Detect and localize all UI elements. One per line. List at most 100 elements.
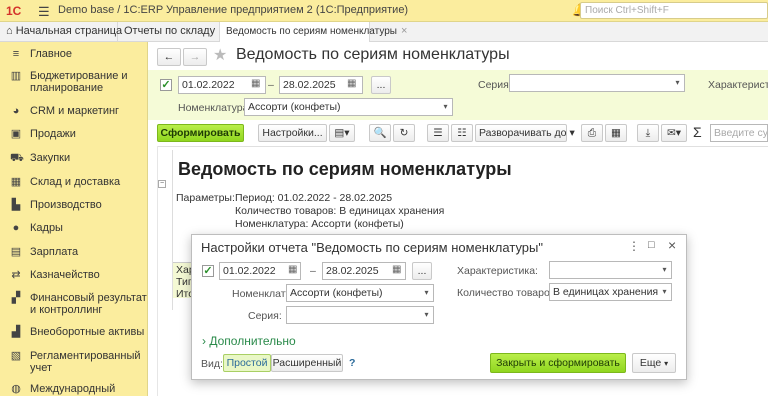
close-and-generate-button[interactable]: Закрыть и сформировать [490,353,626,373]
nomenclature-field[interactable]: Ассорти (конфеты) [244,98,440,116]
report-settings-dialog: Настройки отчета "Ведомость по сериям но… [191,234,687,380]
more-button-label: Еще [639,357,662,369]
preview-button[interactable]: ▦ [605,124,627,142]
ungroup-button[interactable]: ☷ [451,124,473,142]
series-label: Серия: [478,79,512,91]
calendar-icon[interactable]: ▦ [251,78,260,89]
series-field[interactable] [509,74,673,92]
tab-series-report-label: Ведомость по сериям номенклатуры [226,26,397,37]
title-bar: 1C ☰ Demo base / 1С:ERP Управление предп… [0,0,768,22]
period-checkbox[interactable]: ✓ [202,265,214,277]
sidebar-item-international[interactable]: ◍ Международный [0,383,147,395]
dialog-nomenclature-field[interactable]: Ассорти (конфеты) [286,284,421,302]
calendar-icon[interactable]: ▦ [347,78,356,89]
print-icon: ⎙ [587,127,597,139]
help-icon[interactable]: ? [349,357,355,369]
nomenclature-label: Номенклатура: [178,102,252,114]
sidebar-item-hr[interactable]: ● Кадры [0,222,147,234]
chevron-down-icon[interactable]: ▾ [420,306,434,324]
generate-button[interactable]: Сформировать [157,124,244,142]
more-settings-label: Дополнительно [209,334,296,348]
period-select-button[interactable]: ... [371,76,391,94]
global-search-input[interactable]: Поиск Ctrl+Shift+F [580,2,768,19]
dialog-series-field[interactable] [286,306,421,324]
chevron-down-icon: ▾ [569,127,575,139]
dialog-characteristic-field[interactable] [549,261,659,279]
sidebar-item-crm[interactable]: ◕ CRM и маркетинг [0,105,147,117]
sidebar-item-finance[interactable]: ▞ Финансовый результат и контроллинг [0,292,147,316]
dialog-qty-label: Количество товаров: [457,287,559,299]
expand-to-label: Разворачивать до [479,127,567,139]
money-icon: ▤ [10,246,22,258]
variant-icon: ▤▾ [334,127,350,139]
print-button[interactable]: ⎙ [581,124,603,142]
close-icon[interactable]: × [668,237,676,253]
send-email-button[interactable]: ✉▾ [661,124,687,142]
sidebar-item-salary[interactable]: ▤ Зарплата [0,246,147,258]
sidebar-item-warehouse[interactable]: ▦ Склад и доставка [0,176,147,188]
view-extended-button[interactable]: Расширенный [271,354,343,372]
close-icon[interactable]: × [401,25,407,37]
preview-icon: ▦ [611,127,621,139]
sidebar-item-label: CRM и маркетинг [30,105,120,117]
sidebar-item-regulated[interactable]: ▧ Регламентированный учет [0,350,147,374]
tab-series-report[interactable]: Ведомость по сериям номенклатуры × [220,22,407,43]
find-next-button[interactable]: ↻ [393,124,415,142]
assets-icon: ▟ [11,326,21,338]
chevron-down-icon[interactable]: ▾ [439,98,453,116]
calendar-icon[interactable]: ▦ [288,264,297,275]
date-dash: – [268,79,274,91]
chevron-down-icon[interactable]: ▾ [658,261,672,279]
maximize-icon[interactable]: □ [648,239,655,251]
dialog-series-label: Серия: [248,310,282,322]
sum-icon: Σ [693,124,702,140]
dialog-qty-field[interactable]: В единицах хранения [549,283,659,301]
calendar-icon[interactable]: ▦ [392,264,401,275]
sidebar-item-sales[interactable]: ▣ Продажи [0,128,147,140]
sidebar-item-label: Закупки [30,152,71,164]
expand-to-button[interactable]: Разворачивать до ▾ [475,124,575,142]
param-line: Количество товаров: В единицах хранения [235,205,445,217]
collapse-icon[interactable]: − [158,180,166,188]
arrow-left-icon: ← [163,51,175,63]
forward-button[interactable]: → [183,48,207,66]
cart-icon: ⛟ [10,152,24,164]
app-logo: 1C [6,4,22,18]
sidebar-item-label: Зарплата [30,246,79,258]
more-vertical-icon[interactable]: ⋮ [628,239,640,253]
period-checkbox[interactable]: ✓ [160,79,172,91]
window-title: Demo base / 1С:ERP Управление предприяти… [58,4,409,16]
settings-button[interactable]: Настройки... [258,124,327,142]
find-button[interactable]: 🔍 [369,124,391,142]
chevron-down-icon: ▾ [664,359,669,368]
view-simple-button[interactable]: Простой [223,354,271,372]
sidebar-item-treasury[interactable]: ⇄ Казначейство [0,269,147,281]
more-settings-toggle[interactable]: › Дополнительно [202,334,296,348]
sidebar-item-main[interactable]: ≡ Главное [0,48,147,60]
report-heading: Ведомость по сериям номенклатуры [178,159,512,179]
favorite-star-icon[interactable]: ★ [213,45,227,65]
sidebar-item-label: Производство [30,199,102,211]
group-button[interactable]: ☰ [427,124,449,142]
sidebar-item-budgeting[interactable]: ▥ Бюджетирование и планирование [0,70,147,94]
sum-input[interactable]: Введите сумм [710,124,768,142]
chevron-down-icon[interactable]: ▾ [420,284,434,302]
tab-stock-reports[interactable]: Отчеты по складу [118,22,220,42]
chart-icon: ▥ [10,70,22,82]
main-menu-icon[interactable]: ☰ [38,4,50,20]
sidebar: ≡ Главное ▥ Бюджетирование и планирование … [0,42,148,396]
sidebar-item-label: Внеоборотные активы [30,326,145,338]
dialog-period-select-button[interactable]: ... [412,262,432,280]
sidebar-item-purchases[interactable]: ⛟ Закупки [0,152,147,164]
save-button[interactable]: ⤓ [637,124,659,142]
back-button[interactable]: ← [157,48,181,66]
sidebar-item-production[interactable]: ▙ Производство [0,199,147,211]
chevron-down-icon[interactable]: ▾ [658,283,672,301]
variants-button[interactable]: ▤▾ [329,124,355,142]
sidebar-item-label: Продажи [30,128,76,140]
more-button[interactable]: Еще ▾ [632,353,676,373]
chevron-down-icon[interactable]: ▾ [671,74,685,92]
tab-home[interactable]: ⌂ Начальная страница [0,22,122,42]
people-icon: ● [12,222,20,234]
sidebar-item-assets[interactable]: ▟ Внеоборотные активы [0,326,147,338]
